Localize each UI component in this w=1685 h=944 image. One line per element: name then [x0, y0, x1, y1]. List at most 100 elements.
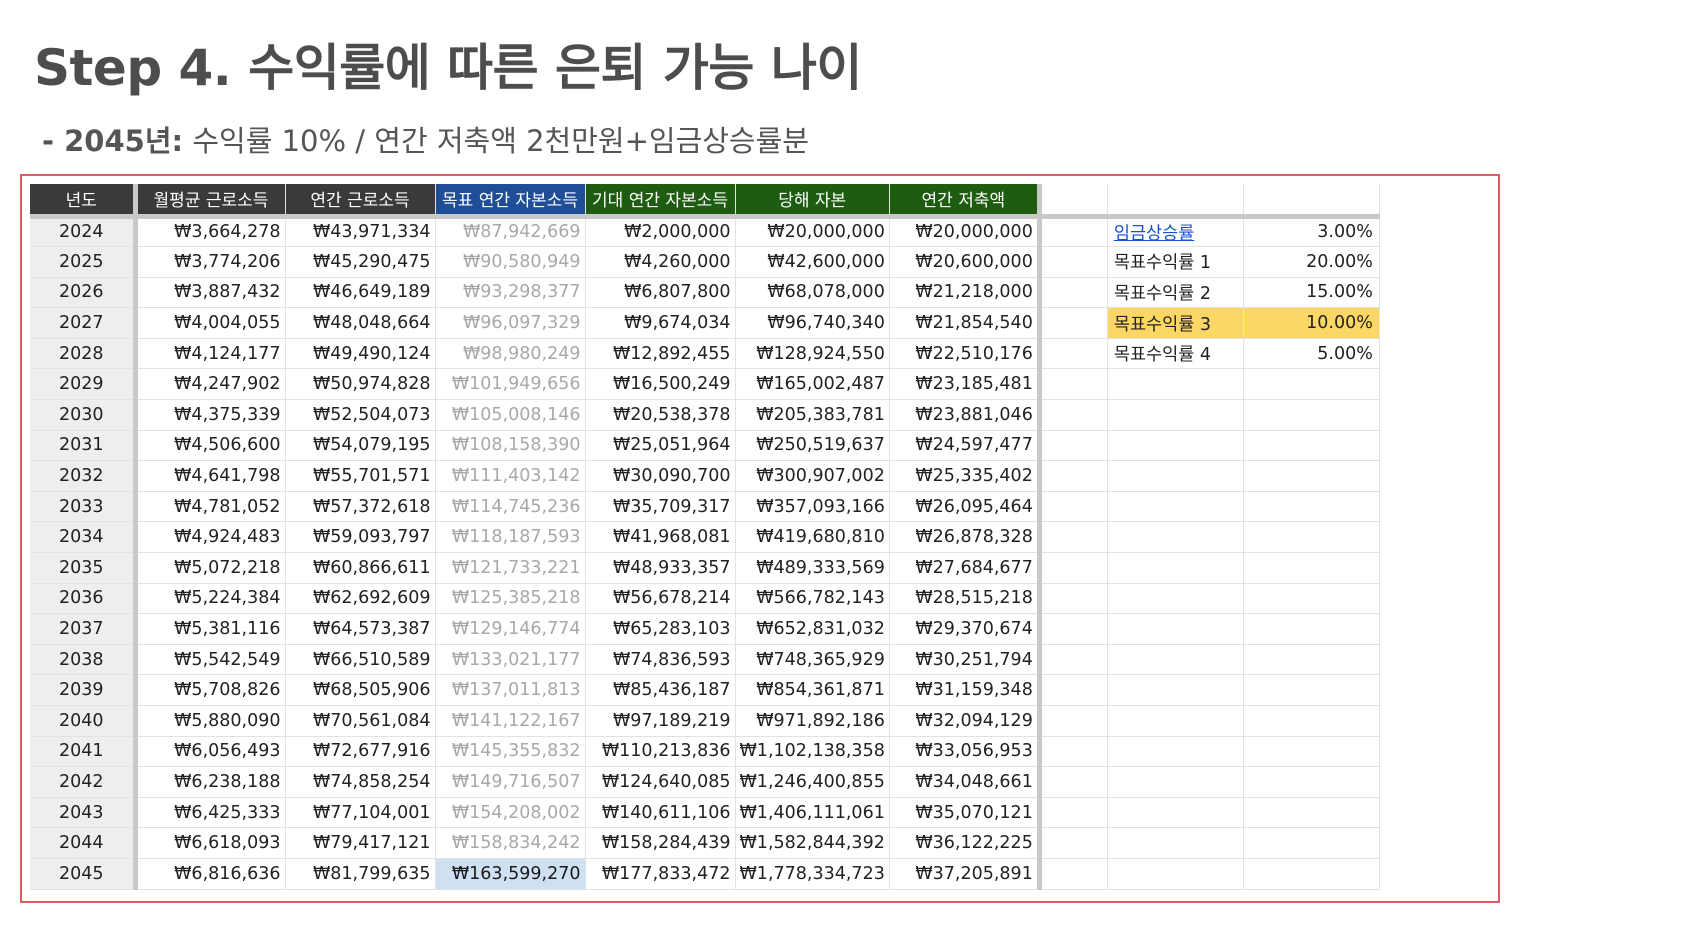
monthly-income-cell[interactable]: ₩5,542,549	[135, 644, 286, 676]
annual-savings-cell[interactable]: ₩24,597,477	[889, 430, 1042, 462]
year-cell[interactable]: 2032	[30, 460, 138, 492]
year-cell[interactable]: 2043	[30, 797, 138, 829]
annual-income-cell[interactable]: ₩62,692,609	[285, 583, 436, 615]
current-capital-cell[interactable]: ₩165,002,487	[735, 368, 890, 401]
expected-capital-income-cell[interactable]: ₩124,640,085	[585, 766, 736, 798]
expected-capital-income-cell[interactable]: ₩12,892,455	[585, 338, 736, 370]
expected-capital-income-cell[interactable]: ₩110,213,836	[585, 736, 736, 768]
annual-income-cell[interactable]: ₩64,573,387	[285, 613, 436, 645]
expected-capital-income-cell[interactable]: ₩9,674,034	[585, 307, 736, 339]
current-capital-cell[interactable]: ₩1,406,111,061	[735, 797, 890, 829]
annual-savings-cell[interactable]: ₩34,048,661	[889, 766, 1042, 798]
current-capital-cell[interactable]: ₩1,246,400,855	[735, 766, 890, 798]
empty-header-cell[interactable]	[1243, 184, 1380, 219]
monthly-income-cell[interactable]: ₩5,224,384	[135, 583, 286, 615]
param-value-cell[interactable]: 5.00%	[1243, 338, 1380, 370]
empty-cell[interactable]	[1039, 216, 1108, 248]
annual-income-cell[interactable]: ₩77,104,001	[285, 797, 436, 829]
annual-savings-cell[interactable]: ₩29,370,674	[889, 613, 1042, 645]
year-cell[interactable]: 2030	[30, 399, 138, 431]
current-capital-cell[interactable]: ₩566,782,143	[735, 583, 890, 615]
current-capital-cell[interactable]: ₩300,907,002	[735, 460, 890, 492]
expected-capital-income-cell[interactable]: ₩97,189,219	[585, 705, 736, 737]
annual-savings-cell[interactable]: ₩30,251,794	[889, 644, 1042, 676]
param-label-cell[interactable]: 목표수익률 1	[1107, 246, 1244, 278]
empty-cell[interactable]	[1039, 307, 1108, 339]
target-capital-income-cell[interactable]: ₩133,021,177	[435, 644, 586, 676]
current-capital-cell[interactable]: ₩652,831,032	[735, 613, 890, 645]
current-capital-cell[interactable]: ₩419,680,810	[735, 521, 890, 554]
empty-cell[interactable]	[1107, 368, 1244, 401]
empty-cell[interactable]	[1107, 460, 1244, 492]
annual-savings-cell[interactable]: ₩23,881,046	[889, 399, 1042, 431]
empty-cell[interactable]	[1243, 858, 1380, 890]
empty-cell[interactable]	[1107, 583, 1244, 615]
annual-income-cell[interactable]: ₩81,799,635	[285, 858, 436, 890]
year-cell[interactable]: 2042	[30, 766, 138, 798]
header-current-capital[interactable]: 당해 자본	[735, 184, 890, 219]
annual-savings-cell[interactable]: ₩27,684,677	[889, 552, 1042, 584]
empty-cell[interactable]	[1243, 613, 1380, 645]
target-capital-income-cell[interactable]: ₩98,980,249	[435, 338, 586, 370]
monthly-income-cell[interactable]: ₩4,375,339	[135, 399, 286, 431]
annual-income-cell[interactable]: ₩45,290,475	[285, 246, 436, 278]
annual-savings-cell[interactable]: ₩26,878,328	[889, 521, 1042, 554]
empty-cell[interactable]	[1107, 430, 1244, 462]
empty-header-cell[interactable]	[1039, 184, 1108, 219]
annual-savings-cell[interactable]: ₩25,335,402	[889, 460, 1042, 492]
empty-cell[interactable]	[1039, 644, 1108, 676]
annual-savings-cell[interactable]: ₩20,000,000	[889, 216, 1042, 248]
empty-cell[interactable]	[1039, 491, 1108, 523]
monthly-income-cell[interactable]: ₩3,774,206	[135, 246, 286, 278]
target-capital-income-cell[interactable]: ₩105,008,146	[435, 399, 586, 431]
expected-capital-income-cell[interactable]: ₩4,260,000	[585, 246, 736, 278]
expected-capital-income-cell[interactable]: ₩2,000,000	[585, 216, 736, 248]
year-cell[interactable]: 2044	[30, 827, 138, 859]
annual-income-cell[interactable]: ₩79,417,121	[285, 827, 436, 859]
empty-cell[interactable]	[1107, 797, 1244, 829]
header-annual-income[interactable]: 연간 근로소득	[285, 184, 436, 219]
empty-cell[interactable]	[1107, 399, 1244, 431]
param-label-cell[interactable]: 목표수익률 3	[1107, 307, 1244, 339]
annual-income-cell[interactable]: ₩46,649,189	[285, 277, 436, 309]
empty-cell[interactable]	[1243, 430, 1380, 462]
expected-capital-income-cell[interactable]: ₩177,833,472	[585, 858, 736, 890]
annual-savings-cell[interactable]: ₩22,510,176	[889, 338, 1042, 370]
current-capital-cell[interactable]: ₩205,383,781	[735, 399, 890, 431]
annual-income-cell[interactable]: ₩70,561,084	[285, 705, 436, 737]
current-capital-cell[interactable]: ₩748,365,929	[735, 644, 890, 676]
annual-savings-cell[interactable]: ₩21,218,000	[889, 277, 1042, 309]
expected-capital-income-cell[interactable]: ₩48,933,357	[585, 552, 736, 584]
year-cell[interactable]: 2034	[30, 521, 138, 554]
current-capital-cell[interactable]: ₩1,102,138,358	[735, 736, 890, 768]
current-capital-cell[interactable]: ₩20,000,000	[735, 216, 890, 248]
monthly-income-cell[interactable]: ₩5,381,116	[135, 613, 286, 645]
empty-cell[interactable]	[1243, 583, 1380, 615]
expected-capital-income-cell[interactable]: ₩35,709,317	[585, 491, 736, 523]
empty-cell[interactable]	[1107, 644, 1244, 676]
annual-income-cell[interactable]: ₩72,677,916	[285, 736, 436, 768]
year-cell[interactable]: 2025	[30, 246, 138, 278]
empty-cell[interactable]	[1107, 736, 1244, 768]
empty-cell[interactable]	[1243, 827, 1380, 859]
empty-cell[interactable]	[1243, 674, 1380, 706]
header-expected-capital-income[interactable]: 기대 연간 자본소득	[585, 184, 736, 219]
year-cell[interactable]: 2045	[30, 858, 138, 890]
current-capital-cell[interactable]: ₩96,740,340	[735, 307, 890, 339]
empty-cell[interactable]	[1039, 246, 1108, 278]
expected-capital-income-cell[interactable]: ₩30,090,700	[585, 460, 736, 492]
annual-savings-cell[interactable]: ₩36,122,225	[889, 827, 1042, 859]
expected-capital-income-cell[interactable]: ₩56,678,214	[585, 583, 736, 615]
year-cell[interactable]: 2029	[30, 368, 138, 401]
annual-income-cell[interactable]: ₩59,093,797	[285, 521, 436, 554]
param-value-cell[interactable]: 20.00%	[1243, 246, 1380, 278]
empty-cell[interactable]	[1039, 858, 1108, 890]
year-cell[interactable]: 2039	[30, 674, 138, 706]
empty-cell[interactable]	[1039, 338, 1108, 370]
empty-cell[interactable]	[1107, 613, 1244, 645]
monthly-income-cell[interactable]: ₩5,708,826	[135, 674, 286, 706]
empty-cell[interactable]	[1039, 766, 1108, 798]
annual-income-cell[interactable]: ₩43,971,334	[285, 216, 436, 248]
expected-capital-income-cell[interactable]: ₩158,284,439	[585, 827, 736, 859]
monthly-income-cell[interactable]: ₩4,247,902	[135, 368, 286, 401]
